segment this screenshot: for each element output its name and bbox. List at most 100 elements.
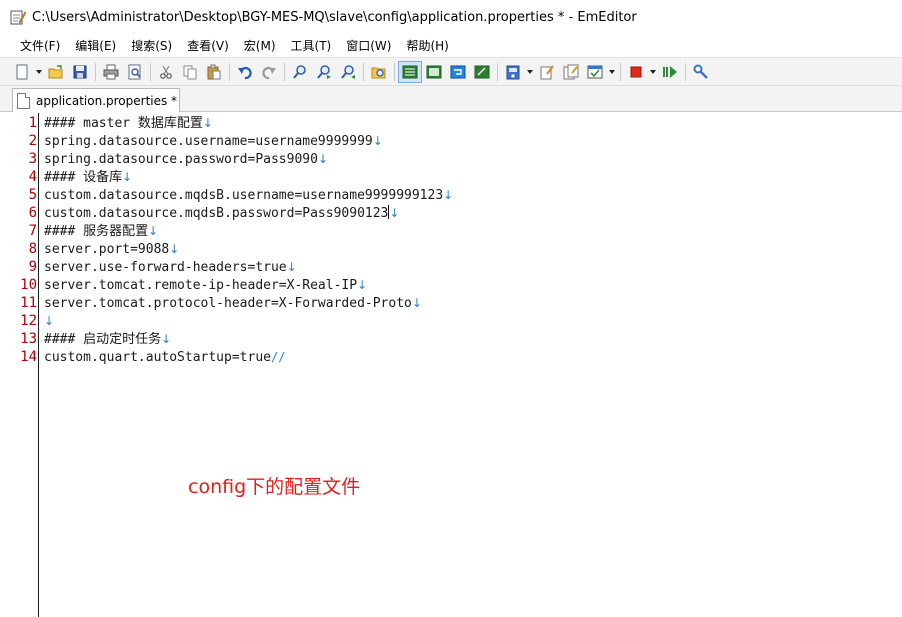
new-file-icon[interactable] <box>10 61 34 83</box>
line-text: custom.datasource.mqdsB.username=usernam… <box>44 186 453 205</box>
editor-line[interactable]: 8 server.port=9088↓ <box>0 240 902 258</box>
cut-icon[interactable] <box>154 61 178 83</box>
line-number: 1 <box>28 115 37 131</box>
new-file-dropdown[interactable] <box>34 61 44 83</box>
find-previous-icon[interactable] <box>336 61 360 83</box>
copy-icon[interactable] <box>178 61 202 83</box>
print-preview-icon[interactable] <box>123 61 147 83</box>
line-break-mark: ↓ <box>317 152 328 166</box>
line-content: server.tomcat.remote-ip-header=X-Real-IP <box>44 278 358 293</box>
editor-line[interactable]: 4 #### 设备库↓ <box>0 168 902 186</box>
line-break-mark: ↓ <box>357 278 368 292</box>
line-content: server.tomcat.protocol-header=X-Forwarde… <box>44 296 412 311</box>
line-break-mark: ↓ <box>122 170 133 184</box>
line-number: 9 <box>28 259 37 275</box>
end-of-file-mark: // <box>270 350 286 364</box>
emeditor-app-icon <box>10 9 27 25</box>
undo-icon[interactable] <box>233 61 257 83</box>
toolbar-separator <box>229 62 230 81</box>
run-macro-icon[interactable] <box>658 61 682 83</box>
line-text: ↓ <box>44 312 54 331</box>
menu-file[interactable]: 文件(F) <box>14 34 66 58</box>
tab-application-properties[interactable]: application.properties * <box>12 88 180 112</box>
toolbar-separator <box>284 62 285 81</box>
line-number: 5 <box>28 187 37 203</box>
menu-tools[interactable]: 工具(T) <box>285 34 338 58</box>
toolbar-separator <box>620 62 621 81</box>
line-number: 11 <box>20 295 37 311</box>
configuration-icon[interactable] <box>501 61 525 83</box>
record-macro-icon[interactable] <box>624 61 648 83</box>
editor-line[interactable]: 9 server.use-forward-headers=true↓ <box>0 258 902 276</box>
menu-edit[interactable]: 编辑(E) <box>69 34 122 58</box>
toolbar-separator <box>685 62 686 81</box>
toolbar-separator <box>394 62 395 81</box>
customize-icon[interactable] <box>535 61 559 83</box>
wrap-page-icon[interactable] <box>446 61 470 83</box>
line-number: 13 <box>20 331 37 347</box>
editor-line[interactable]: 2 spring.datasource.username=username9999… <box>0 132 902 150</box>
find-in-files-icon[interactable] <box>367 61 391 83</box>
window-title: C:\Users\Administrator\Desktop\BGY-MES-M… <box>32 9 637 25</box>
find-icon[interactable] <box>288 61 312 83</box>
paste-icon[interactable] <box>202 61 226 83</box>
configuration-dropdown[interactable] <box>525 61 535 83</box>
document-tab-bar: application.properties * <box>0 86 902 112</box>
wrap-fixed-icon[interactable] <box>470 61 494 83</box>
editor-line[interactable]: 5 custom.datasource.mqdsB.username=userna… <box>0 186 902 204</box>
toolbar-separator <box>497 62 498 81</box>
line-number: 10 <box>20 277 37 293</box>
menu-macro[interactable]: 宏(M) <box>238 34 282 58</box>
editor-line[interactable]: 11 server.tomcat.protocol-header=X-Forwar… <box>0 294 902 312</box>
line-number: 7 <box>28 223 37 239</box>
editor-line[interactable]: 6 custom.datasource.mqdsB.password=Pass90… <box>0 204 902 222</box>
toolbar <box>0 58 902 86</box>
menu-window[interactable]: 窗口(W) <box>340 34 397 58</box>
line-break-mark: ↓ <box>443 188 454 202</box>
menu-view[interactable]: 查看(V) <box>181 34 235 58</box>
line-text: #### 服务器配置↓ <box>44 222 158 241</box>
editor-line[interactable]: 3 spring.datasource.password=Pass9090↓ <box>0 150 902 168</box>
editor-line[interactable]: 13 #### 启动定时任务↓ <box>0 330 902 348</box>
print-icon[interactable] <box>99 61 123 83</box>
line-number: 8 <box>28 241 37 257</box>
line-break-mark: ↓ <box>161 332 172 346</box>
menu-help[interactable]: 帮助(H) <box>400 34 454 58</box>
line-content: #### 启动定时任务 <box>44 332 162 347</box>
editor-line[interactable]: 12 ↓ <box>0 312 902 330</box>
editor-line[interactable]: 1 #### master 数据库配置↓ <box>0 114 902 132</box>
editor-line[interactable]: 10 server.tomcat.remote-ip-header=X-Real-… <box>0 276 902 294</box>
line-number: 14 <box>20 349 37 365</box>
wrap-window-icon[interactable] <box>422 61 446 83</box>
line-text: server.tomcat.protocol-header=X-Forwarde… <box>44 294 422 313</box>
line-number: 4 <box>28 169 37 185</box>
toolbar-separator <box>150 62 151 81</box>
line-text: spring.datasource.password=Pass9090↓ <box>44 150 328 169</box>
line-text: server.tomcat.remote-ip-header=X-Real-IP… <box>44 276 367 295</box>
tools-icon[interactable] <box>689 61 713 83</box>
save-icon[interactable] <box>68 61 92 83</box>
line-text: #### 启动定时任务↓ <box>44 330 171 349</box>
record-macro-dropdown[interactable] <box>648 61 658 83</box>
menu-search[interactable]: 搜索(S) <box>125 34 178 58</box>
line-content: #### master 数据库配置 <box>44 116 203 131</box>
properties-icon[interactable] <box>559 61 583 83</box>
editor-line[interactable]: 7 #### 服务器配置↓ <box>0 222 902 240</box>
find-next-icon[interactable] <box>312 61 336 83</box>
line-break-mark: ↓ <box>372 134 383 148</box>
line-break-mark: ↓ <box>286 260 297 274</box>
marks-icon[interactable] <box>583 61 607 83</box>
line-content: custom.datasource.mqdsB.username=usernam… <box>44 188 444 203</box>
toolbar-separator <box>363 62 364 81</box>
redo-icon[interactable] <box>257 61 281 83</box>
word-wrap-icon[interactable] <box>398 60 422 83</box>
editor-line[interactable]: 14 custom.quart.autoStartup=true// <box>0 348 902 366</box>
line-content: #### 服务器配置 <box>44 224 149 239</box>
line-number: 2 <box>28 133 37 149</box>
line-content: custom.datasource.mqdsB.password=Pass909… <box>44 206 389 221</box>
text-editor[interactable]: 1 #### master 数据库配置↓ 2 spring.datasource.us… <box>0 113 902 617</box>
line-number: 3 <box>28 151 37 167</box>
menu-bar: 文件(F) 编辑(E) 搜索(S) 查看(V) 宏(M) 工具(T) 窗口(W)… <box>0 34 902 58</box>
open-folder-icon[interactable] <box>44 61 68 83</box>
marks-dropdown[interactable] <box>607 61 617 83</box>
